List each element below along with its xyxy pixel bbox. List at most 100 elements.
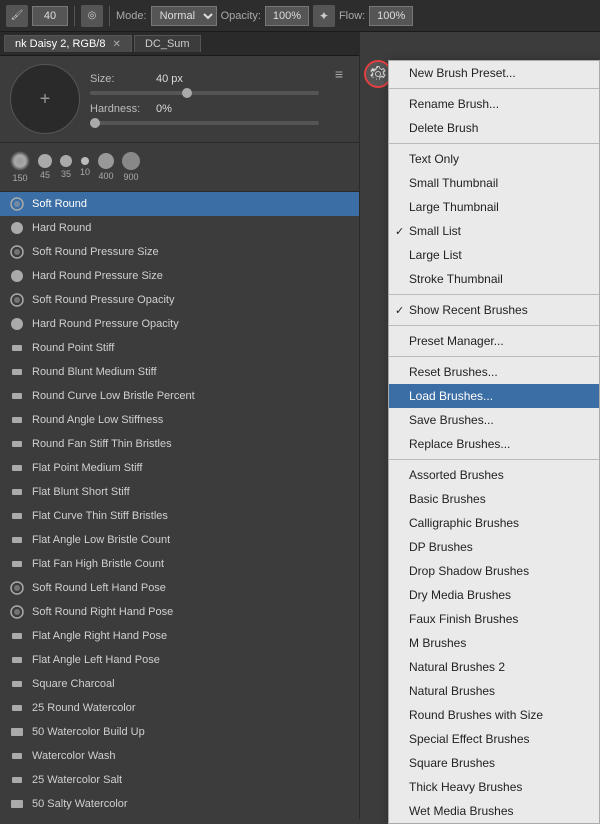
menu-item-load-brushes[interactable]: Load Brushes...: [389, 384, 599, 408]
menu-separator: [389, 325, 599, 326]
menu-item-label: M Brushes: [409, 636, 466, 650]
menu-item-rename-brush[interactable]: Rename Brush...: [389, 92, 599, 116]
brush-size-input[interactable]: [32, 6, 68, 26]
menu-item-reset-brushes[interactable]: Reset Brushes...: [389, 360, 599, 384]
brush-item[interactable]: Round Point Stiff: [0, 336, 359, 360]
brush-item-name: Soft Round Left Hand Pose: [32, 582, 166, 594]
menu-item-square-brushes[interactable]: Square Brushes: [389, 751, 599, 775]
brush-item[interactable]: Square Charcoal: [0, 672, 359, 696]
brush-item[interactable]: Watercolor Wash: [0, 744, 359, 768]
menu-item-large-list[interactable]: Large List: [389, 243, 599, 267]
brush-item[interactable]: Round Fan Stiff Thin Bristles: [0, 432, 359, 456]
menu-item-calligraphic-brushes[interactable]: Calligraphic Brushes: [389, 511, 599, 535]
menu-item-natural-brushes-2[interactable]: Natural Brushes 2: [389, 655, 599, 679]
menu-item-special-effect-brushes[interactable]: Special Effect Brushes: [389, 727, 599, 751]
mode-select[interactable]: Normal: [151, 6, 217, 26]
size-track[interactable]: [90, 91, 319, 95]
thumb-150[interactable]: 150: [10, 151, 30, 183]
brush-options-icon[interactable]: ≡: [329, 64, 349, 84]
brush-item[interactable]: Flat Curve Thin Stiff Bristles: [0, 504, 359, 528]
menu-item-new-preset[interactable]: New Brush Preset...: [389, 61, 599, 85]
brush-item[interactable]: 50 Watercolor Build Up: [0, 720, 359, 744]
brush-item[interactable]: 25 Watercolor Salt: [0, 768, 359, 792]
menu-item-label: Rename Brush...: [409, 97, 499, 111]
menu-item-replace-brushes[interactable]: Replace Brushes...: [389, 432, 599, 456]
menu-item-basic-brushes[interactable]: Basic Brushes: [389, 487, 599, 511]
menu-item-label: Natural Brushes: [409, 684, 495, 698]
menu-item-large-thumbnail[interactable]: Large Thumbnail: [389, 195, 599, 219]
tab-close-daisy[interactable]: ✕: [113, 39, 121, 50]
brush-item-name: 25 Watercolor Salt: [32, 774, 122, 786]
menu-item-round-brushes-size[interactable]: Round Brushes with Size: [389, 703, 599, 727]
menu-item-dp-brushes[interactable]: DP Brushes: [389, 535, 599, 559]
brush-item-icon: [8, 675, 26, 693]
brush-item-name: 50 Salty Watercolor: [32, 798, 128, 810]
airbrush-icon[interactable]: ✦: [313, 5, 335, 27]
brush-item[interactable]: 50 Salty Watercolor: [0, 792, 359, 816]
menu-item-preset-manager[interactable]: Preset Manager...: [389, 329, 599, 353]
thumb-400[interactable]: 400: [98, 153, 114, 181]
menu-item-label: Save Brushes...: [409, 413, 494, 427]
brush-item[interactable]: Flat Point Medium Stiff: [0, 456, 359, 480]
menu-item-small-thumbnail[interactable]: Small Thumbnail: [389, 171, 599, 195]
thumb-35[interactable]: 35: [60, 155, 72, 179]
brush-item-icon: [8, 243, 26, 261]
brush-item[interactable]: Round Angle Low Stiffness: [0, 408, 359, 432]
separator-2: [109, 6, 110, 26]
menu-item-drop-shadow-brushes[interactable]: Drop Shadow Brushes: [389, 559, 599, 583]
menu-item-label: Text Only: [409, 152, 459, 166]
menu-item-thick-heavy-brushes[interactable]: Thick Heavy Brushes: [389, 775, 599, 799]
menu-item-dry-media-brushes[interactable]: Dry Media Brushes: [389, 583, 599, 607]
brush-item[interactable]: Hard Round Pressure Opacity: [0, 312, 359, 336]
menu-item-assorted-brushes[interactable]: Assorted Brushes: [389, 463, 599, 487]
brush-list[interactable]: Soft RoundHard RoundSoft Round Pressure …: [0, 192, 359, 819]
brush-item-icon: [8, 603, 26, 621]
menu-item-m-brushes[interactable]: M Brushes: [389, 631, 599, 655]
brush-item[interactable]: Flat Angle Right Hand Pose: [0, 624, 359, 648]
brush-item[interactable]: Hard Round: [0, 216, 359, 240]
brush-item[interactable]: Soft Round Right Hand Pose: [0, 600, 359, 624]
brush-item[interactable]: Soft Round Left Hand Pose: [0, 576, 359, 600]
brush-item[interactable]: 25 Round Watercolor: [0, 696, 359, 720]
menu-item-show-recent[interactable]: ✓Show Recent Brushes: [389, 298, 599, 322]
checkmark-icon: ✓: [395, 225, 404, 238]
brush-item[interactable]: Soft Round: [0, 192, 359, 216]
opacity-input[interactable]: [265, 6, 309, 26]
brush-item[interactable]: Flat Angle Left Hand Pose: [0, 648, 359, 672]
menu-item-wet-media-brushes[interactable]: Wet Media Brushes: [389, 799, 599, 823]
brush-item-name: Hard Round Pressure Opacity: [32, 318, 179, 330]
thumb-10[interactable]: 10: [80, 157, 90, 177]
brush-item[interactable]: Flat Angle Low Bristle Count: [0, 528, 359, 552]
hardness-thumb[interactable]: [90, 118, 100, 128]
menu-item-faux-finish-brushes[interactable]: Faux Finish Brushes: [389, 607, 599, 631]
brush-item[interactable]: Flat Fan High Bristle Count: [0, 552, 359, 576]
brush-select-icon[interactable]: ◎: [81, 5, 103, 27]
menu-item-label: Dry Media Brushes: [409, 588, 511, 602]
brush-item-icon: [8, 339, 26, 357]
menu-item-text-only[interactable]: Text Only: [389, 147, 599, 171]
menu-item-delete-brush[interactable]: Delete Brush: [389, 116, 599, 140]
hardness-track[interactable]: [90, 121, 319, 125]
menu-item-stroke-thumbnail[interactable]: Stroke Thumbnail: [389, 267, 599, 291]
menu-item-small-list[interactable]: ✓Small List: [389, 219, 599, 243]
menu-item-label: Replace Brushes...: [409, 437, 510, 451]
brush-item[interactable]: Flat Blunt Short Stiff: [0, 480, 359, 504]
brush-item[interactable]: Round Curve Low Bristle Percent: [0, 384, 359, 408]
menu-item-save-brushes[interactable]: Save Brushes...: [389, 408, 599, 432]
brush-item[interactable]: Round Blunt Medium Stiff: [0, 360, 359, 384]
menu-item-natural-brushes[interactable]: Natural Brushes: [389, 679, 599, 703]
brush-tool-icon[interactable]: 🖌: [6, 5, 28, 27]
opacity-label: Opacity:: [221, 10, 261, 22]
tab-dc[interactable]: DC_Sum: [134, 35, 201, 52]
tab-daisy[interactable]: nk Daisy 2, RGB/8 ✕: [4, 35, 132, 52]
thumb-45[interactable]: 45: [38, 154, 52, 180]
brush-item[interactable]: Soft Round Pressure Size: [0, 240, 359, 264]
checkmark-icon: ✓: [395, 304, 404, 317]
menu-item-label: Large List: [409, 248, 462, 262]
brush-item[interactable]: Hard Round Pressure Size: [0, 264, 359, 288]
brush-item[interactable]: Soft Round Pressure Opacity: [0, 288, 359, 312]
size-thumb[interactable]: [182, 88, 192, 98]
flow-input[interactable]: [369, 6, 413, 26]
thumb-900[interactable]: 900: [122, 152, 140, 182]
menu-separator: [389, 88, 599, 89]
